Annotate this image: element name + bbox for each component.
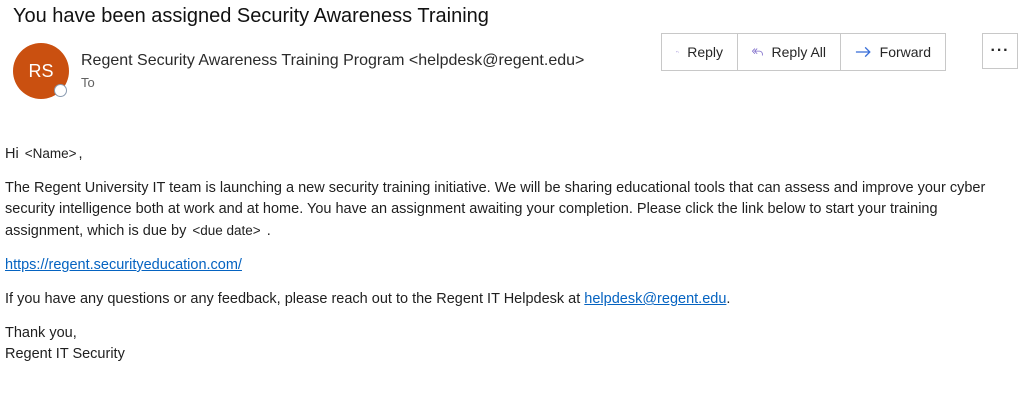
training-link[interactable]: https://regent.securityeducation.com/ — [5, 257, 242, 273]
presence-icon — [54, 84, 67, 97]
questions-suffix: . — [726, 291, 731, 307]
body-main-suffix: . — [266, 223, 271, 239]
questions-text: If you have any questions or any feedbac… — [5, 291, 581, 307]
reply-icon — [676, 50, 679, 54]
due-date-placeholder: <due date> — [192, 223, 261, 238]
greeting-prefix: Hi — [5, 146, 19, 162]
greeting: Hi <Name>, — [5, 143, 1005, 165]
forward-icon — [855, 46, 871, 58]
training-link-paragraph: https://regent.securityeducation.com/ — [5, 255, 1005, 276]
forward-label: Forward — [879, 44, 931, 60]
reply-all-label: Reply All — [771, 44, 826, 60]
reply-all-button[interactable]: Reply All — [738, 34, 841, 70]
email-subject: You have been assigned Security Awarenes… — [13, 5, 489, 27]
email-body: Hi <Name>, The Regent University IT team… — [5, 143, 1005, 365]
body-paragraph: The Regent University IT team is launchi… — [5, 178, 1005, 242]
signature-text: Regent IT Security — [5, 346, 125, 362]
sender-name[interactable]: Regent Security Awareness Training Progr… — [81, 51, 584, 71]
greeting-suffix: , — [78, 146, 83, 162]
to-label: To — [81, 75, 95, 90]
body-main-text: The Regent University IT team is launchi… — [5, 180, 986, 239]
action-toolbar: Reply Reply All Forward — [661, 33, 946, 71]
reply-label: Reply — [687, 44, 723, 60]
name-placeholder: <Name> — [24, 146, 77, 161]
avatar-initials: RS — [28, 60, 54, 81]
helpdesk-email-link[interactable]: helpdesk@regent.edu — [584, 291, 726, 307]
more-icon: ··· — [990, 42, 1010, 59]
forward-button[interactable]: Forward — [841, 34, 945, 70]
reply-all-icon — [752, 48, 763, 56]
more-options-button[interactable]: ··· — [982, 33, 1018, 69]
closing-text: Thank you, — [5, 325, 77, 341]
questions-paragraph: If you have any questions or any feedbac… — [5, 289, 1005, 310]
reply-button[interactable]: Reply — [662, 34, 738, 70]
